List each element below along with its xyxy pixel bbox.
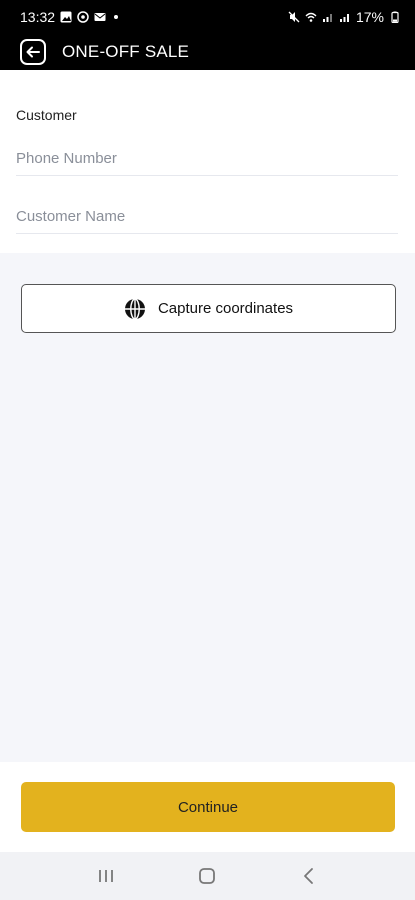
gallery-icon [60,11,72,22]
mail-icon [94,12,106,21]
page-title: ONE-OFF SALE [62,41,190,61]
system-back-button[interactable] [289,861,329,891]
home-button[interactable] [187,861,227,891]
back-button[interactable] [20,38,46,65]
back-arrow-icon [26,46,40,57]
signal-icon [322,13,332,22]
status-time: 13:32 [20,8,56,25]
mute-icon [288,11,300,22]
phone-number-input[interactable] [16,150,398,167]
wifi-icon [305,12,317,22]
signal-icon-2 [339,13,349,22]
battery-icon [391,11,399,23]
whatsapp-icon [77,10,89,23]
capture-coordinates-button[interactable]: Capture coordinates [21,284,396,333]
bottom-action-area: Continue [0,762,415,852]
continue-button[interactable]: Continue [21,782,395,832]
recent-apps-button[interactable] [86,861,126,891]
app-bar: ONE-OFF SALE [0,33,415,70]
customer-name-input[interactable] [16,208,398,225]
battery-percent: 17% [355,8,384,25]
customer-section-label: Customer [16,107,77,123]
status-bar: 13:32 17% [0,0,415,33]
globe-icon [124,297,145,320]
customer-card: Customer [0,70,415,253]
continue-label: Continue [177,798,239,816]
phone-number-field[interactable] [16,142,398,176]
customer-name-field[interactable] [16,200,398,234]
system-nav-bar [0,852,415,900]
home-icon [199,868,216,884]
notification-dot [114,14,119,19]
capture-coordinates-label: Capture coordinates [157,300,294,317]
recent-apps-icon [98,870,113,882]
back-icon [304,868,314,884]
